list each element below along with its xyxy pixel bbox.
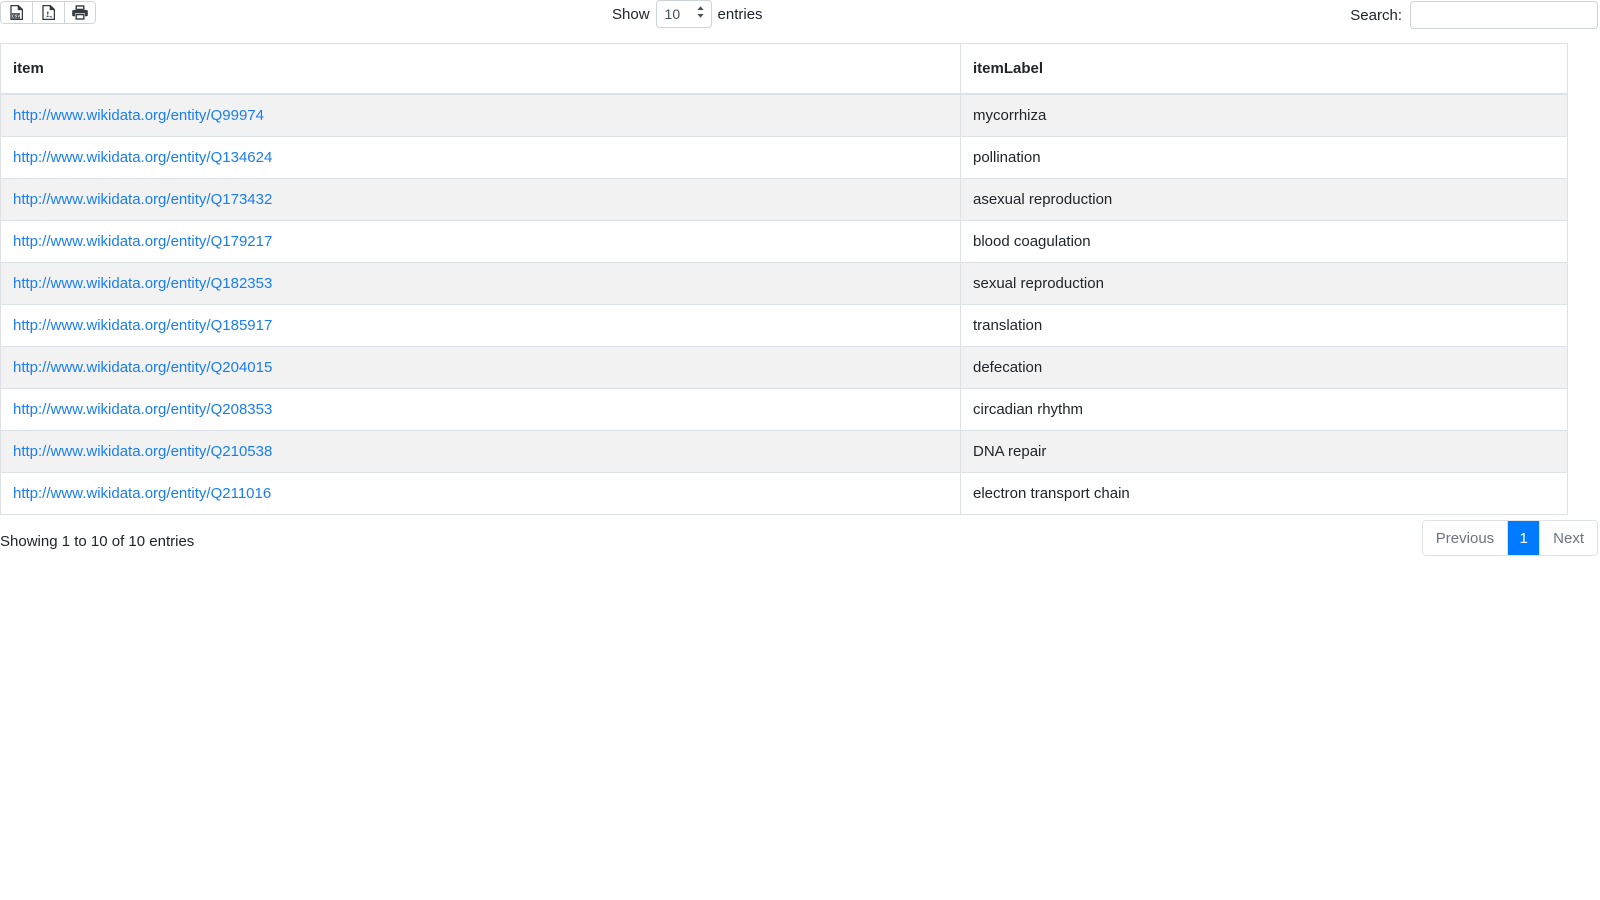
cell-itemLabel: DNA repair <box>961 431 1568 473</box>
entity-link[interactable]: http://www.wikidata.org/entity/Q208353 <box>13 401 272 418</box>
cell-itemLabel: translation <box>961 305 1568 347</box>
cell-itemLabel: circadian rhythm <box>961 389 1568 431</box>
pdf-file-icon <box>42 5 55 20</box>
cell-item: http://www.wikidata.org/entity/Q99974 <box>1 94 961 137</box>
pagination-page-1-button[interactable]: 1 <box>1508 521 1540 555</box>
cell-item: http://www.wikidata.org/entity/Q204015 <box>1 347 961 389</box>
cell-itemLabel: mycorrhiza <box>961 94 1568 137</box>
table-row: http://www.wikidata.org/entity/Q208353 c… <box>1 389 1568 431</box>
table-head: item itemLabel <box>1 44 1568 95</box>
pagination-next-button[interactable]: Next <box>1540 521 1597 555</box>
cell-itemLabel: defecation <box>961 347 1568 389</box>
table-row: http://www.wikidata.org/entity/Q204015 d… <box>1 347 1568 389</box>
table-row: http://www.wikidata.org/entity/Q173432 a… <box>1 179 1568 221</box>
entity-link[interactable]: http://www.wikidata.org/entity/Q182353 <box>13 275 272 292</box>
table-row: http://www.wikidata.org/entity/Q211016 e… <box>1 473 1568 515</box>
cell-itemLabel: pollination <box>961 137 1568 179</box>
cell-itemLabel: asexual reproduction <box>961 179 1568 221</box>
pagination-previous-button[interactable]: Previous <box>1423 521 1508 555</box>
entries-length-control: Show 10 25 50 100 entries <box>612 0 763 28</box>
cell-item: http://www.wikidata.org/entity/Q182353 <box>1 263 961 305</box>
entity-link[interactable]: http://www.wikidata.org/entity/Q204015 <box>13 359 272 376</box>
export-csv-button[interactable]: CSV <box>0 1 32 24</box>
entity-link[interactable]: http://www.wikidata.org/entity/Q211016 <box>13 485 271 502</box>
table-row: http://www.wikidata.org/entity/Q134624 p… <box>1 137 1568 179</box>
cell-item: http://www.wikidata.org/entity/Q211016 <box>1 473 961 515</box>
entity-link[interactable]: http://www.wikidata.org/entity/Q179217 <box>13 233 272 250</box>
entries-label: entries <box>718 6 763 23</box>
entity-link[interactable]: http://www.wikidata.org/entity/Q134624 <box>13 149 272 166</box>
export-button-group: CSV <box>0 1 96 24</box>
csv-file-icon: CSV <box>10 5 23 20</box>
printer-icon <box>72 5 88 20</box>
results-table: item itemLabel http://www.wikidata.org/e… <box>0 43 1568 515</box>
entity-link[interactable]: http://www.wikidata.org/entity/Q210538 <box>13 443 272 460</box>
cell-item: http://www.wikidata.org/entity/Q179217 <box>1 221 961 263</box>
search-filter: Search: <box>1350 1 1598 29</box>
search-label: Search: <box>1350 7 1402 24</box>
cell-itemLabel: sexual reproduction <box>961 263 1568 305</box>
cell-item: http://www.wikidata.org/entity/Q134624 <box>1 137 961 179</box>
column-header-item[interactable]: item <box>1 44 961 95</box>
table-row: http://www.wikidata.org/entity/Q99974 my… <box>1 94 1568 137</box>
datatable-toolbar: CSV Show <box>0 0 1600 30</box>
cell-itemLabel: electron transport chain <box>961 473 1568 515</box>
cell-item: http://www.wikidata.org/entity/Q210538 <box>1 431 961 473</box>
table-header-row: item itemLabel <box>1 44 1568 95</box>
cell-item: http://www.wikidata.org/entity/Q185917 <box>1 305 961 347</box>
show-label: Show <box>612 6 650 23</box>
cell-item: http://www.wikidata.org/entity/Q208353 <box>1 389 961 431</box>
pagination: Previous 1 Next <box>1422 520 1598 556</box>
table-row: http://www.wikidata.org/entity/Q210538 D… <box>1 431 1568 473</box>
table-body: http://www.wikidata.org/entity/Q99974 my… <box>1 94 1568 515</box>
table-row: http://www.wikidata.org/entity/Q185917 t… <box>1 305 1568 347</box>
export-pdf-button[interactable] <box>32 1 64 24</box>
entity-link[interactable]: http://www.wikidata.org/entity/Q173432 <box>13 191 272 208</box>
entity-link[interactable]: http://www.wikidata.org/entity/Q99974 <box>13 107 264 124</box>
cell-item: http://www.wikidata.org/entity/Q173432 <box>1 179 961 221</box>
column-header-itemLabel[interactable]: itemLabel <box>961 44 1568 95</box>
entries-per-page-select[interactable]: 10 25 50 100 <box>656 0 712 28</box>
print-button[interactable] <box>64 1 96 24</box>
table-row: http://www.wikidata.org/entity/Q179217 b… <box>1 221 1568 263</box>
search-input[interactable] <box>1410 1 1598 29</box>
table-info: Showing 1 to 10 of 10 entries <box>0 533 194 550</box>
svg-text:CSV: CSV <box>12 14 21 19</box>
entity-link[interactable]: http://www.wikidata.org/entity/Q185917 <box>13 317 272 334</box>
table-row: http://www.wikidata.org/entity/Q182353 s… <box>1 263 1568 305</box>
cell-itemLabel: blood coagulation <box>961 221 1568 263</box>
